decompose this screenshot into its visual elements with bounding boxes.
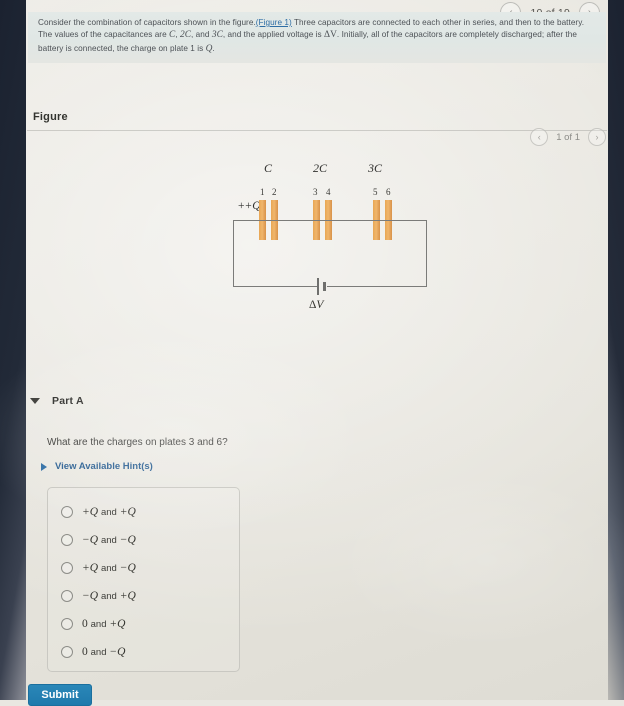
screen-bezel-right xyxy=(608,0,624,700)
figure-heading: Figure xyxy=(33,111,68,123)
figure-chevron-right-icon[interactable]: › xyxy=(588,128,606,146)
plate-number-6: 6 xyxy=(386,187,391,197)
screen-bezel-left xyxy=(0,0,26,700)
answer-option-4[interactable]: −Q and +Q xyxy=(48,582,239,610)
plate-number-1: 1 xyxy=(260,187,265,197)
question-statement-panel: Consider the combination of capacitors s… xyxy=(28,12,606,64)
radio-button-4[interactable] xyxy=(61,590,73,602)
answer-options-list: +Q and +Q −Q and −Q +Q and −Q −Q and +Q … xyxy=(47,487,240,672)
radio-button-6[interactable] xyxy=(61,646,73,658)
answer-option-3[interactable]: +Q and −Q xyxy=(48,554,239,582)
answer-option-1-label: +Q and +Q xyxy=(82,506,136,518)
plate-1-charge-label: ++Q xyxy=(238,200,261,212)
question-text: Consider the combination of capacitors s… xyxy=(38,17,598,56)
question-text-part5: . xyxy=(212,43,215,53)
figure-divider xyxy=(27,130,607,131)
answer-option-1[interactable]: +Q and +Q xyxy=(48,498,239,526)
circuit-wire-right xyxy=(426,220,428,287)
plate-number-4: 4 xyxy=(326,187,331,197)
plate-number-3: 3 xyxy=(313,187,318,197)
answer-option-3-label: +Q and −Q xyxy=(82,562,136,574)
circuit-diagram: C 2C 3C 1 2 3 4 5 6 ++Q ΔV xyxy=(210,155,450,325)
figure-chevron-left-icon[interactable]: ‹ xyxy=(530,128,549,146)
radio-button-5[interactable] xyxy=(61,618,73,630)
battery-positive-terminal xyxy=(323,282,326,291)
view-hints-label: View Available Hint(s) xyxy=(55,461,153,472)
circuit-wire-left xyxy=(233,220,235,287)
caret-down-icon[interactable] xyxy=(30,398,40,404)
question-sep2: , and xyxy=(191,29,212,39)
capacitor-label-c: C xyxy=(264,161,273,175)
radio-button-2[interactable] xyxy=(61,534,73,546)
radio-button-1[interactable] xyxy=(61,506,73,518)
answer-option-5-label: 0 and +Q xyxy=(82,618,126,630)
battery-voltage-label: ΔV xyxy=(309,299,324,311)
battery-negative-terminal xyxy=(317,278,319,295)
part-a-title: Part A xyxy=(52,395,84,407)
submit-button[interactable]: Submit xyxy=(28,684,92,706)
circuit-wire-bottom-left xyxy=(233,286,317,288)
part-a-header[interactable]: Part A xyxy=(30,395,84,407)
view-hints-button[interactable]: View Available Hint(s) xyxy=(41,461,153,472)
voltage-symbol: ΔV xyxy=(324,29,337,40)
capacitance-value-2: 2C xyxy=(179,29,192,40)
answer-option-5[interactable]: 0 and +Q xyxy=(48,610,239,638)
figure-navigation: ‹ 1 of 1 › xyxy=(530,128,606,146)
answer-option-2-label: −Q and −Q xyxy=(82,534,136,546)
question-prompt: What are the charges on plates 3 and 6? xyxy=(47,437,228,448)
question-text-part3: , and the applied voltage is xyxy=(222,29,325,39)
plate-number-5: 5 xyxy=(373,187,378,197)
answer-option-2[interactable]: −Q and −Q xyxy=(48,526,239,554)
question-text-part1: Consider the combination of capacitors s… xyxy=(38,18,256,27)
capacitor-label-3c: 3C xyxy=(368,161,383,175)
answer-option-4-label: −Q and +Q xyxy=(82,590,136,602)
capacitor-label-2c: 2C xyxy=(313,161,328,175)
caret-right-icon[interactable] xyxy=(41,462,47,471)
circuit-wire-bottom-right xyxy=(327,286,427,288)
circuit-wire-top xyxy=(233,220,427,222)
answer-option-6-label: 0 and −Q xyxy=(82,646,126,658)
plate-number-2: 2 xyxy=(272,187,277,197)
figure-counter: 1 of 1 xyxy=(556,131,580,143)
capacitance-value-3: 3C xyxy=(211,29,223,40)
radio-button-3[interactable] xyxy=(61,562,73,574)
answer-option-6[interactable]: 0 and −Q xyxy=(48,638,239,666)
figure-link[interactable]: (Figure 1) xyxy=(256,18,292,27)
